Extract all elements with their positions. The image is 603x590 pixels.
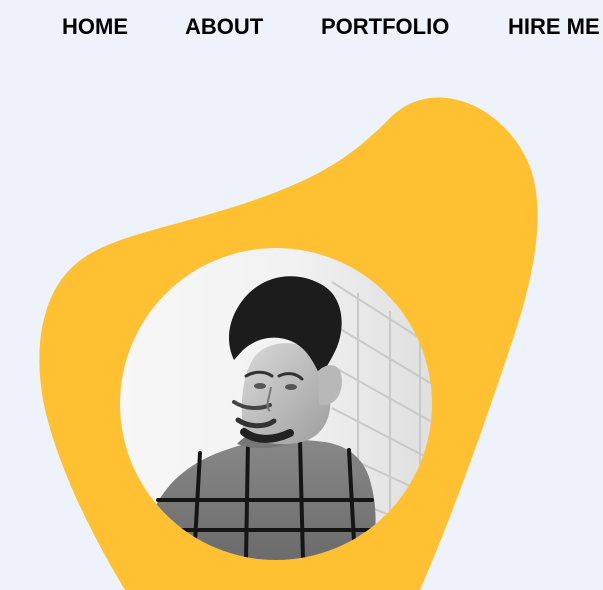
profile-photo <box>120 248 432 560</box>
hero-section <box>0 0 603 590</box>
portrait-photo-icon <box>120 248 432 560</box>
